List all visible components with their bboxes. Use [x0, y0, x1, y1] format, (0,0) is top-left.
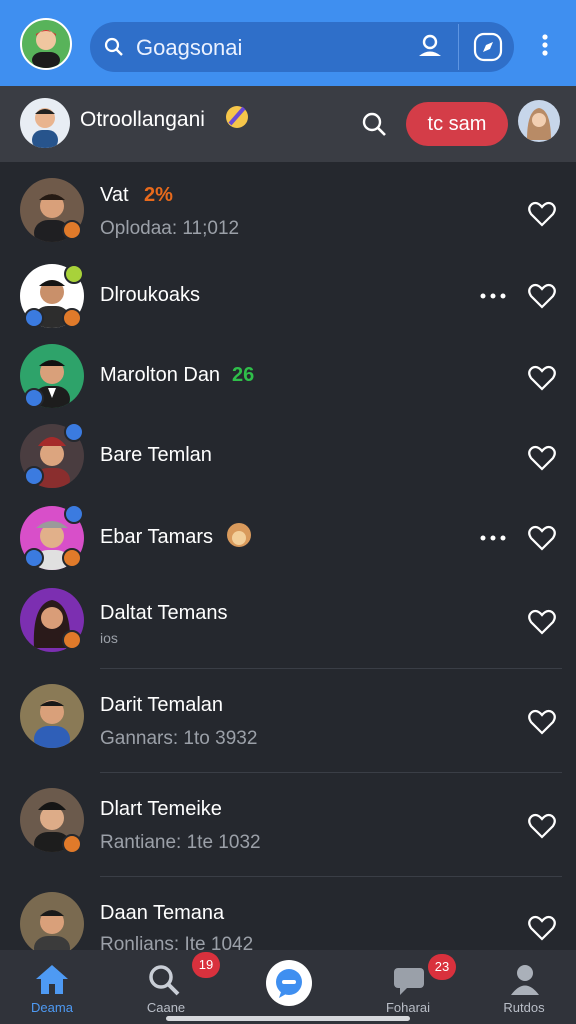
contact-name: Dlart Temeike	[100, 798, 222, 820]
heart-icon[interactable]	[527, 708, 557, 736]
contact-name: Marolton Dan	[100, 364, 221, 386]
heart-icon[interactable]	[527, 608, 557, 636]
status-badge	[62, 308, 82, 328]
contact-subtitle: Oplodaa: 11;012	[100, 218, 240, 239]
status-badge	[24, 388, 44, 408]
compass-icon[interactable]	[472, 31, 504, 63]
list-item[interactable]: Daan Temana Ronlians: Ite 1042	[0, 882, 576, 950]
contact-name: Darit Temalan	[100, 694, 224, 716]
monkey-emoji-icon	[227, 523, 251, 547]
more-vertical-icon[interactable]	[530, 30, 560, 60]
list-item[interactable]: Vat 2% Oplodaa: 11;012	[0, 176, 576, 256]
contact-subtitle: Rantiane: 1te 1032	[100, 832, 261, 853]
contact-subtitle: Ronlians: Ite 1042	[100, 934, 254, 950]
contact-name: Daan Temana	[100, 902, 225, 924]
group-search-icon[interactable]	[360, 110, 388, 138]
heart-icon[interactable]	[527, 282, 557, 310]
nav-messages[interactable]: 23 Foharai	[368, 954, 456, 1020]
nav-home[interactable]: Deama	[12, 960, 92, 1020]
status-badge	[64, 504, 84, 524]
contact-subtitle: Gannars: 1to 3932	[100, 728, 258, 749]
list-item[interactable]: Daltat Temans ios	[0, 584, 576, 669]
bottom-nav: Deama 19 Caane 23 Foharai Rutdos	[0, 950, 576, 1024]
list-item[interactable]: Marolton Dan 26	[0, 340, 576, 420]
user-avatar[interactable]	[20, 18, 72, 70]
more-horizontal-icon[interactable]	[478, 528, 508, 548]
nav-profile[interactable]: Rutdos	[484, 960, 564, 1020]
notification-badge: 19	[192, 952, 220, 978]
group-header: Otroollangani tc sam	[0, 86, 576, 162]
nav-profile-label: Rutdos	[503, 1000, 545, 1015]
contact-name: Daltat Temans	[100, 602, 228, 624]
group-avatar[interactable]	[20, 98, 70, 148]
list-item[interactable]: Dlroukoaks	[0, 260, 576, 340]
heart-icon[interactable]	[527, 914, 557, 942]
avatar	[20, 684, 84, 748]
nav-messages-label: Foharai	[385, 1000, 431, 1015]
paint-emoji-icon	[226, 106, 248, 128]
contact-subtitle: ios	[100, 630, 118, 646]
status-badge	[62, 834, 82, 854]
status-badge	[62, 220, 82, 240]
status-badge	[62, 630, 82, 650]
search-bar[interactable]	[90, 22, 514, 72]
heart-icon[interactable]	[527, 444, 557, 472]
status-badge	[24, 308, 44, 328]
nav-search-label: Caane	[146, 1000, 186, 1015]
list-item[interactable]: Bare Temlan	[0, 420, 576, 500]
chat-bubble-icon	[276, 969, 302, 998]
search-icon	[149, 965, 180, 996]
more-horizontal-icon[interactable]	[478, 286, 508, 306]
contact-name: Ebar Tamars	[100, 526, 214, 548]
group-title: Otroollangani	[80, 108, 205, 131]
list-item[interactable]: Ebar Tamars	[0, 502, 576, 582]
profile-icon	[511, 965, 539, 995]
list-item[interactable]: Dlart Temeike Rantiane: 1te 1032	[0, 778, 576, 878]
row-separator	[100, 668, 562, 669]
nav-home-label: Deama	[31, 1000, 73, 1015]
avatar	[20, 892, 84, 950]
profile-icon[interactable]	[412, 29, 448, 65]
search-divider	[458, 24, 459, 70]
status-badge	[64, 264, 84, 284]
row-separator	[100, 876, 562, 877]
member-avatar[interactable]	[518, 100, 560, 142]
join-button[interactable]: tc sam	[406, 102, 508, 146]
status-badge	[24, 548, 44, 568]
contact-name: Vat	[100, 184, 129, 206]
contact-name: Bare Temlan	[100, 444, 212, 466]
search-icon	[104, 37, 123, 56]
status-badge	[64, 422, 84, 442]
top-bar	[0, 0, 576, 86]
heart-icon[interactable]	[527, 524, 557, 552]
status-badge	[24, 466, 44, 486]
list-item[interactable]: Darit Temalan Gannars: 1to 3932	[0, 674, 576, 774]
status-badge	[62, 548, 82, 568]
row-separator	[100, 772, 562, 773]
notification-badge: 23	[428, 954, 456, 980]
contact-list: Vat 2% Oplodaa: 11;012 Dlroukoaks Marolt…	[0, 162, 576, 950]
message-icon	[394, 968, 424, 995]
contact-tag: 2%	[144, 184, 173, 206]
nav-chat[interactable]	[266, 960, 312, 1006]
heart-icon[interactable]	[527, 812, 557, 840]
contact-tag: 26	[232, 364, 255, 386]
heart-icon[interactable]	[527, 364, 557, 392]
nav-search[interactable]: 19 Caane	[126, 952, 220, 1020]
search-input[interactable]	[134, 32, 388, 64]
heart-icon[interactable]	[527, 200, 557, 228]
home-indicator	[166, 1016, 410, 1021]
home-icon	[36, 965, 68, 994]
contact-name: Dlroukoaks	[100, 284, 201, 306]
